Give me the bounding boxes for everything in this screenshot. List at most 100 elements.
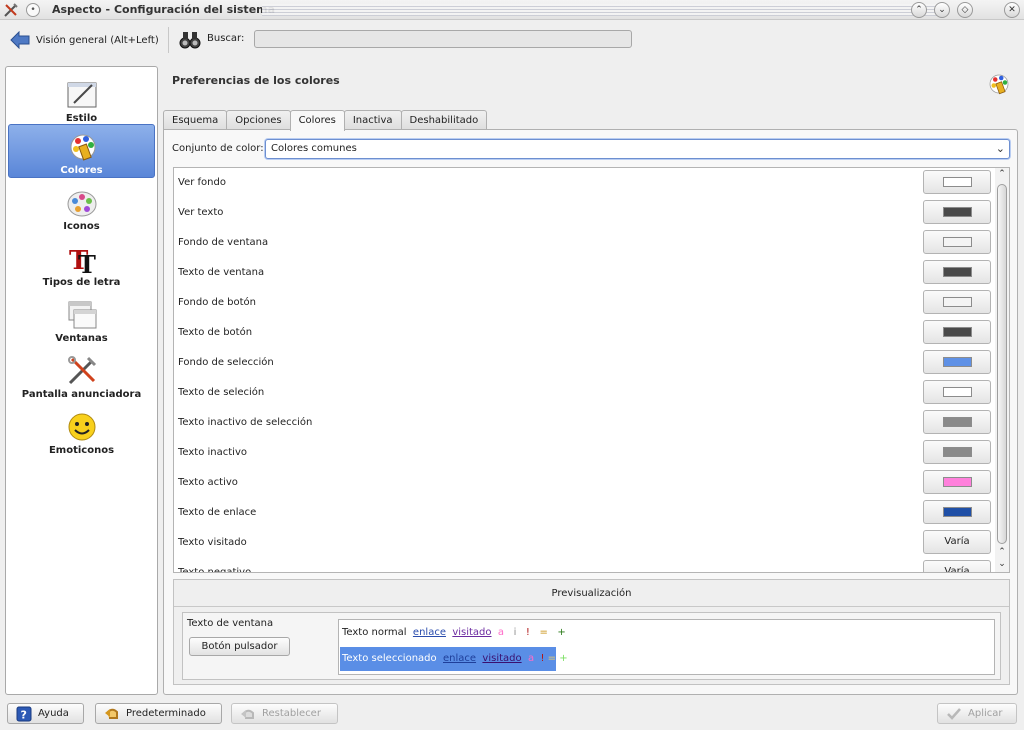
color-row: Ver texto bbox=[174, 198, 996, 228]
preview-selected-line: Texto seleccionado enlace visitado a ! =… bbox=[340, 647, 568, 671]
color-row: Texto negativo Varía bbox=[174, 558, 996, 572]
reset-icon bbox=[241, 709, 254, 719]
preview-selected-visited[interactable]: visitado bbox=[482, 653, 521, 664]
color-picker-button[interactable]: Varía bbox=[923, 560, 991, 572]
color-list-scrollbar[interactable]: ⌃ ⌃ ⌄ bbox=[995, 168, 1009, 572]
preview-active: a bbox=[497, 627, 505, 638]
svg-text:?: ? bbox=[21, 708, 27, 721]
preview-neutral: = bbox=[539, 627, 548, 638]
color-list[interactable]: Ver fondo Ver texto Fondo de ventana Texto … bbox=[173, 167, 1010, 573]
color-row-label: Texto inactivo de selección bbox=[178, 417, 313, 428]
tab-options[interactable]: Opciones bbox=[226, 110, 291, 130]
color-row-label: Texto visitado bbox=[178, 537, 247, 548]
color-swatch bbox=[943, 237, 972, 247]
preview-selected-positive: + bbox=[559, 653, 568, 664]
overview-back-label: Visión general (Alt+Left) bbox=[36, 34, 159, 46]
window-menu-button[interactable]: • bbox=[26, 3, 40, 17]
color-set-select[interactable]: Colores comunes ⌄ bbox=[265, 139, 1010, 159]
color-picker-button[interactable] bbox=[923, 320, 991, 344]
color-row-label: Texto de botón bbox=[178, 327, 253, 338]
windows-icon bbox=[68, 301, 97, 329]
color-picker-button[interactable] bbox=[923, 470, 991, 494]
fonts-icon: T T bbox=[69, 246, 96, 275]
tab-inactive[interactable]: Inactiva bbox=[343, 110, 402, 130]
keep-above-button[interactable]: ⌃ bbox=[911, 2, 927, 18]
reset-button[interactable]: Restablecer bbox=[231, 703, 338, 724]
color-picker-button[interactable] bbox=[923, 380, 991, 404]
minimize-button[interactable]: ⌄ bbox=[934, 2, 950, 18]
color-picker-button[interactable] bbox=[923, 440, 991, 464]
tab-scheme[interactable]: Esquema bbox=[163, 110, 228, 130]
sidebar-item-label: Estilo bbox=[65, 113, 98, 124]
preview-selected-link[interactable]: enlace bbox=[443, 653, 476, 664]
sidebar-item-colors[interactable]: Colores bbox=[8, 124, 155, 178]
color-swatch bbox=[943, 267, 972, 277]
color-row: Texto inactivo de selección bbox=[174, 408, 996, 438]
color-row-label: Fondo de selección bbox=[178, 357, 274, 368]
scroll-up-icon[interactable]: ⌃ bbox=[995, 168, 1009, 180]
tab-colors[interactable]: Colores bbox=[289, 110, 345, 131]
close-button[interactable]: ✕ bbox=[1004, 2, 1020, 18]
sidebar-item-windows[interactable]: Ventanas bbox=[8, 293, 155, 347]
preview-group: Previsualización Texto de ventana Botón … bbox=[173, 579, 1010, 685]
color-row: Texto de ventana bbox=[174, 258, 996, 288]
preview-normal-text: Texto normal bbox=[342, 627, 407, 638]
color-picker-button[interactable] bbox=[923, 170, 991, 194]
help-button[interactable]: ? Ayuda bbox=[7, 703, 84, 724]
sidebar-item-fonts[interactable]: T T Tipos de letra bbox=[8, 237, 155, 291]
title-bar: • Aspecto - Configuración del sistema ⌃ … bbox=[0, 0, 1024, 20]
color-row-label: Texto de ventana bbox=[178, 267, 265, 278]
apply-label: Aplicar bbox=[968, 708, 1003, 719]
color-row: Texto de seleción bbox=[174, 378, 996, 408]
preview-selected-neutral: = bbox=[547, 653, 557, 664]
color-picker-button[interactable] bbox=[923, 200, 991, 224]
sidebar-item-style[interactable]: Estilo bbox=[8, 73, 155, 127]
tools-icon[interactable] bbox=[3, 2, 19, 18]
preview-link[interactable]: enlace bbox=[413, 627, 446, 638]
color-picker-button[interactable] bbox=[923, 500, 991, 524]
search-input[interactable] bbox=[254, 30, 632, 48]
color-swatch bbox=[943, 507, 972, 517]
sidebar-item-icons[interactable]: Iconos bbox=[8, 181, 155, 235]
sidebar-item-emoticons[interactable]: Emoticonos bbox=[8, 405, 155, 459]
icons-icon bbox=[67, 191, 97, 217]
preview-visited[interactable]: visitado bbox=[452, 627, 491, 638]
defaults-button[interactable]: Predeterminado bbox=[95, 703, 222, 724]
color-row-label: Fondo de botón bbox=[178, 297, 257, 308]
colors-icon bbox=[989, 74, 1009, 95]
sidebar-item-splash-screen[interactable]: Pantalla anunciadora bbox=[8, 349, 155, 403]
color-row: Fondo de ventana bbox=[174, 228, 996, 258]
color-swatch bbox=[943, 357, 972, 367]
toolbar: Visión general (Alt+Left) Buscar: bbox=[0, 21, 1024, 59]
color-swatch bbox=[943, 327, 972, 337]
color-varies-label: Varía bbox=[944, 536, 970, 547]
color-picker-button[interactable] bbox=[923, 410, 991, 434]
maximize-button[interactable]: ◇ bbox=[957, 2, 973, 18]
scroll-down-icon[interactable]: ⌄ bbox=[995, 558, 1009, 570]
colors-tab-panel: Conjunto de color: Colores comunes ⌄ Ver… bbox=[163, 129, 1018, 695]
color-swatch bbox=[943, 417, 972, 427]
tab-disabled[interactable]: Deshabilitado bbox=[400, 110, 488, 130]
apply-button[interactable]: Aplicar bbox=[937, 703, 1017, 724]
color-picker-button[interactable] bbox=[923, 230, 991, 254]
color-picker-button[interactable] bbox=[923, 350, 991, 374]
preview-selected-active: a bbox=[527, 653, 535, 664]
help-label: Ayuda bbox=[38, 708, 69, 719]
preview-positive: + bbox=[557, 627, 566, 638]
scrollbar-thumb[interactable] bbox=[997, 184, 1007, 544]
color-row: Texto visitado Varía bbox=[174, 528, 996, 558]
emoticons-icon bbox=[68, 413, 96, 441]
preview-push-button[interactable]: Botón pulsador bbox=[189, 637, 290, 656]
preview-window-text: Texto de ventana bbox=[187, 618, 274, 629]
color-picker-button[interactable]: Varía bbox=[923, 530, 991, 554]
scroll-up-icon[interactable]: ⌃ bbox=[995, 546, 1009, 558]
color-swatch bbox=[943, 207, 972, 217]
preview-selected-text: Texto seleccionado bbox=[342, 653, 437, 664]
color-row-label: Fondo de ventana bbox=[178, 237, 269, 248]
color-row: Fondo de selección bbox=[174, 348, 996, 378]
color-picker-button[interactable] bbox=[923, 290, 991, 314]
color-row-label: Texto de seleción bbox=[178, 387, 265, 398]
preview-window: Texto de ventana Botón pulsador Texto no… bbox=[182, 612, 1001, 680]
color-picker-button[interactable] bbox=[923, 260, 991, 284]
overview-back-button[interactable]: Visión general (Alt+Left) bbox=[10, 29, 159, 51]
